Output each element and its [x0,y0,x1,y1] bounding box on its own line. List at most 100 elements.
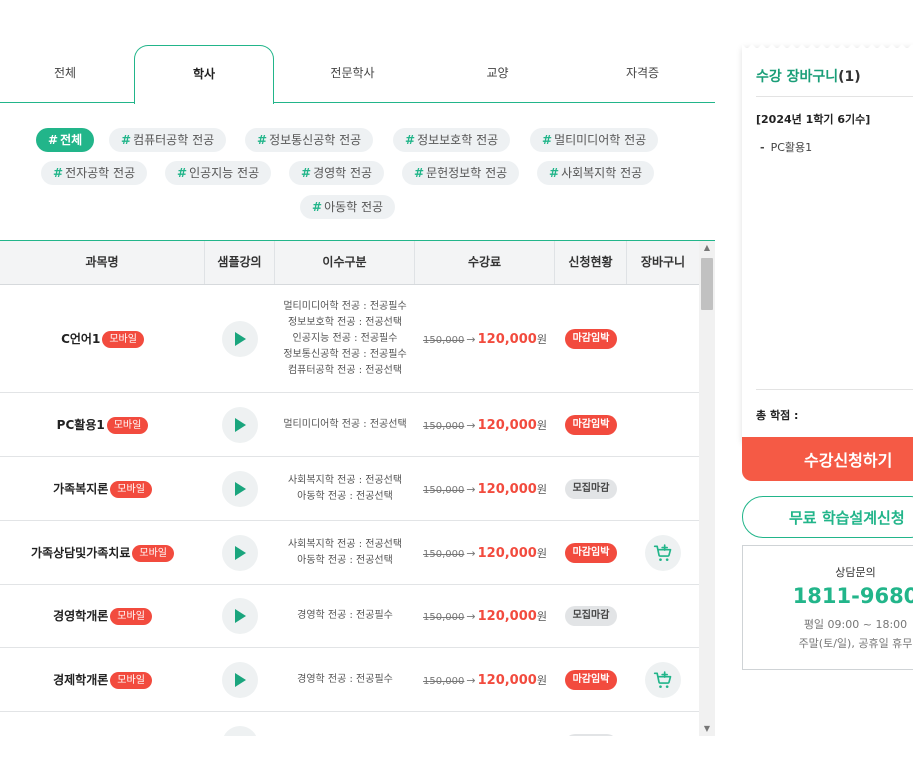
currency-unit: 원 [536,482,547,496]
course-name[interactable]: 가족상담및가족치료 모바일 [31,544,174,562]
discount-price: 120,000 [477,545,537,561]
division-line: 경영학 전공 : 전공필수 [297,673,393,685]
play-icon [235,417,246,432]
header-course-name: 과목명 [0,241,205,284]
currency-unit: 원 [536,673,547,687]
sample-play-button[interactable] [222,725,258,736]
mobile-badge: 모바일 [99,735,141,736]
price-arrow: → [466,482,476,496]
tab-associate[interactable]: 전문학사 [280,45,425,102]
cart-item: - PC활용1 [760,141,813,154]
sample-play-button[interactable] [222,534,258,571]
table-row: 경제학개론 모바일 경영학 전공 : 전공필수 150,000 → 120,000원 마감임… [0,648,699,712]
division-line: 경영학 전공 : 전공선택 [297,736,393,737]
course-fee: 150,000→120,000원 [423,736,547,737]
price-arrow: → [466,546,476,560]
sample-play-button[interactable] [222,320,258,357]
table-row: PC활용1 모바일 멀티미디어학 전공 : 전공선택 150,000 → 120,000원… [0,393,699,457]
status-badge: 모집마감 [564,733,618,736]
course-fee: 150,000→120,000원 [423,545,547,561]
scroll-down-arrow-icon[interactable]: ▼ [699,722,715,736]
course-name[interactable]: PC활용1 모바일 [57,416,149,434]
tag-electronic-engineering[interactable]: # 전자공학 전공 [41,161,148,185]
header-sample-lecture: 샘플강의 [205,241,275,284]
original-price: 150,000 [423,334,465,346]
course-table: 과목명 샘플강의 이수구분 수강료 신청현황 장바구니 C언어1 모바일 멀티미디어… [0,240,715,736]
tab-all[interactable]: 전체 [0,45,130,102]
currency-unit: 원 [536,332,547,346]
header-division: 이수구분 [275,241,415,284]
discount-price: 120,000 [477,672,537,688]
add-to-cart-button[interactable] [645,534,681,571]
division-line: 컴퓨터공학 전공 : 전공선택 [287,364,403,376]
sample-play-button[interactable] [222,661,258,698]
tag-artificial-intelligence[interactable]: # 인공지능 전공 [165,161,272,185]
tag-library-science[interactable]: # 문헌정보학 전공 [402,161,520,185]
tag-business-administration[interactable]: # 경영학 전공 [289,161,385,185]
original-price: 150,000 [423,675,465,687]
scroll-up-arrow-icon[interactable]: ▲ [699,241,715,255]
course-name[interactable]: 경영학개론 모바일 [53,607,152,625]
course-name[interactable]: C언어1 모바일 [61,330,144,348]
course-name[interactable]: 광고학모바일 [64,735,141,736]
status-badge: 마감임박 [564,414,618,435]
free-study-plan-button[interactable]: 무료 학습설계신청 [742,496,913,538]
price-arrow: → [466,673,476,687]
mobile-badge: 모바일 [106,416,149,434]
discount-price: 120,000 [477,331,537,347]
tab-liberal-arts[interactable]: 교양 [425,45,570,102]
category-tabs: 전체 학사 전문학사 교양 자격증 [0,45,715,104]
course-fee: 150,000→120,000원 [423,672,547,688]
course-rows: C언어1 모바일 멀티미디어학 전공 : 전공필수 정보보호학 전공 : 전공선택 인공… [0,285,699,736]
tabs-underline [0,102,715,103]
division-list: 멀티미디어학 전공 : 전공선택 [283,417,406,433]
tag-computer-engineering[interactable]: # 컴퓨터공학 전공 [109,128,227,152]
tag-all[interactable]: # 전체 [36,128,95,152]
original-price: 150,000 [423,484,465,496]
header-fee: 수강료 [415,241,555,284]
mobile-badge: 모바일 [110,671,152,689]
tag-multimedia[interactable]: # 멀티미디어학 전공 [530,128,659,152]
table-row: 가족복지론 모바일 사회복지학 전공 : 전공선택아동학 전공 : 전공선택 150,… [0,457,699,521]
division-line: 사회복지학 전공 : 전공선택 [287,474,403,486]
sample-play-button[interactable] [222,470,258,507]
status-badge: 모집마감 [564,478,618,499]
mobile-badge: 모바일 [110,480,152,498]
sample-play-button[interactable] [222,598,258,634]
header-status: 신청현황 [555,241,627,284]
scrollbar-thumb[interactable] [701,258,713,310]
table-row: 가족상담및가족치료 모바일 사회복지학 전공 : 전공선택 아동학 전공 : 전공선택… [0,521,699,585]
tag-social-welfare[interactable]: # 사회복지학 전공 [537,161,655,185]
play-icon [235,545,246,560]
currency-unit: 원 [536,418,547,432]
course-name[interactable]: 가족복지론 모바일 [53,480,152,498]
original-price: 150,000 [423,548,465,560]
play-icon [235,481,246,496]
consult-holiday: 주말(토/일), 공휴일 휴무 [798,637,913,650]
division-line: 멀티미디어학 전공 : 전공선택 [283,418,407,430]
table-scrollbar[interactable]: ▲ ▼ [699,241,715,736]
consult-weekday-hours: 평일 09:00 ~ 18:00 [803,618,908,631]
tag-information-security[interactable]: # 정보보호학 전공 [393,128,511,152]
consult-phone: 1811-9680 [792,584,913,608]
tag-information-communication[interactable]: # 정보통신공학 전공 [245,128,374,152]
course-name[interactable]: 경제학개론 모바일 [53,671,152,689]
currency-unit: 원 [536,546,547,560]
mobile-badge: 모바일 [110,608,152,625]
status-badge: 마감임박 [564,669,618,690]
original-price: 150,000 [423,420,465,432]
cart-title: 수강 장바구니(1) [756,69,861,85]
consult-box: 상담문의 1811-9680 평일 09:00 ~ 18:00 주말(토/일),… [742,545,913,670]
discount-price: 120,000 [477,609,537,624]
division-list: 경영학 전공 : 전공필수 [297,672,393,688]
sample-play-button[interactable] [222,406,258,443]
division-line: 아동학 전공 : 전공선택 [297,490,393,502]
tab-bachelor[interactable]: 학사 [134,45,274,104]
mobile-badge: 모바일 [132,544,174,562]
add-to-cart-button[interactable] [645,661,681,698]
tab-certificate[interactable]: 자격증 [570,45,715,102]
division-line: 경영학 전공 : 전공필수 [297,610,393,621]
apply-course-button[interactable]: 수강신청하기 [742,437,913,481]
tag-child-studies[interactable]: # 아동학 전공 [300,195,396,219]
table-row: C언어1 모바일 멀티미디어학 전공 : 전공필수 정보보호학 전공 : 전공선택 인공… [0,285,699,393]
